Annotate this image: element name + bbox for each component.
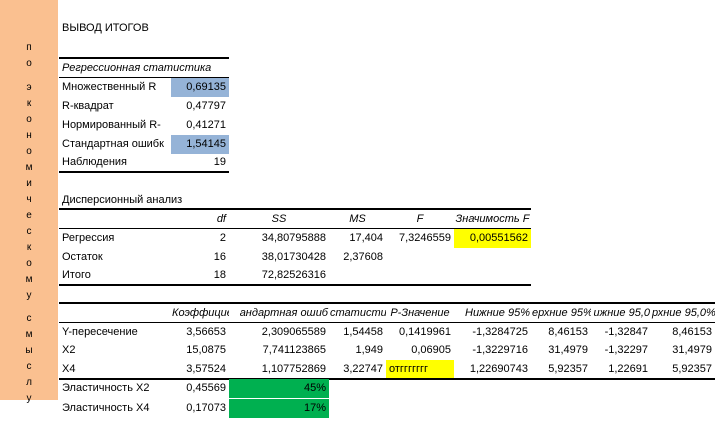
side-letter: к <box>26 98 32 109</box>
elasticity-percent[interactable]: 45% <box>229 379 329 398</box>
coef-row-label[interactable]: X2 <box>59 341 171 360</box>
anova-header-df: df <box>216 213 226 225</box>
coef-cell[interactable]: -1,32847 <box>591 323 651 342</box>
side-letter: м <box>25 274 33 285</box>
coef-cell[interactable]: 5,92357 <box>531 360 591 379</box>
side-letter: о <box>26 58 32 69</box>
table-border <box>59 284 531 286</box>
coef-cell[interactable]: 8,46153 <box>651 323 715 342</box>
anova-f[interactable]: 7,3246559 <box>386 229 454 248</box>
coef-cell[interactable]: 0,1419961 <box>386 323 454 342</box>
side-letter: о <box>26 146 32 157</box>
reg-stat-value[interactable]: 1,54145 <box>171 135 229 154</box>
summary-title: ВЫВОД ИТОГОВ <box>62 22 149 34</box>
anova-row-label[interactable]: Регрессия <box>59 229 171 248</box>
reg-stat-label[interactable]: Стандартная ошибк <box>59 135 171 154</box>
side-letter: н <box>26 130 32 141</box>
anova-sig[interactable]: 0,00551562 <box>454 229 531 248</box>
anova-header-ms: MS <box>349 213 366 225</box>
coef-row-label[interactable]: Y-пересечение <box>59 323 171 342</box>
side-letter: о <box>26 258 32 269</box>
coef-header-stderr: андартная ошиб <box>239 307 328 319</box>
anova-ss[interactable]: 72,82526316 <box>229 266 329 285</box>
coef-header-lower950: ижние 95,0 <box>593 307 650 319</box>
anova-df[interactable]: 18 <box>171 266 229 285</box>
side-letter: у <box>26 393 32 404</box>
reg-stat-label[interactable]: Нормированный R- <box>59 116 171 135</box>
coef-cell[interactable]: -1,32297 <box>591 341 651 360</box>
coef-cell[interactable]: -1,3284725 <box>454 323 531 342</box>
elasticity-value[interactable]: 0,17073 <box>171 399 229 418</box>
side-letter: ч <box>26 194 32 205</box>
elasticity-percent[interactable]: 17% <box>229 399 329 418</box>
coef-header-upper950: рхние 95,0% <box>652 307 715 319</box>
anova-ss[interactable]: 34,80795888 <box>229 229 329 248</box>
side-letter: е <box>26 210 32 221</box>
reg-stat-value[interactable]: 0,47797 <box>171 97 229 116</box>
side-letter: с <box>26 313 32 324</box>
coef-cell[interactable]: 8,46153 <box>531 323 591 342</box>
side-letter: м <box>25 329 33 340</box>
coef-cell[interactable]: 2,309065589 <box>229 323 329 342</box>
side-letter: у <box>26 290 32 301</box>
side-letter: э <box>26 82 32 93</box>
coef-header-coefficient: Коэффициент <box>172 307 229 319</box>
spreadsheet-grid[interactable]: поэкономическомусмыслу ВЫВОД ИТОГОВ Регр… <box>0 0 715 422</box>
anova-header-f: F <box>416 213 424 225</box>
reg-stat-label[interactable]: Множественный R <box>59 78 171 97</box>
side-letter: м <box>25 162 33 173</box>
coef-cell[interactable]: 1,54458 <box>329 323 386 342</box>
reg-stat-value[interactable]: 0,69135 <box>171 78 229 97</box>
coef-cell[interactable]: 3,22747 <box>329 360 386 379</box>
coef-cell[interactable]: 15,0875 <box>171 341 229 360</box>
coef-cell[interactable]: 31,4979 <box>651 341 715 360</box>
coef-cell[interactable]: 31,4979 <box>531 341 591 360</box>
anova-ms[interactable]: 17,404 <box>329 229 386 248</box>
coef-cell[interactable]: 0,06905 <box>386 341 454 360</box>
coef-cell[interactable]: -1,3229716 <box>454 341 531 360</box>
coef-header-pvalue: P-Значение <box>390 307 450 319</box>
coef-cell[interactable]: 7,741123865 <box>229 341 329 360</box>
coef-cell[interactable]: отггггггг <box>386 360 454 379</box>
anova-ss[interactable]: 38,01730428 <box>229 248 329 267</box>
anova-row-label[interactable]: Итого <box>59 266 171 285</box>
side-letter: к <box>26 242 32 253</box>
coef-header-lower95: Нижние 95% <box>465 307 530 319</box>
side-letter: л <box>26 377 32 388</box>
side-letter: п <box>26 42 32 53</box>
side-letter: и <box>26 178 32 189</box>
anova-ms[interactable]: 2,37608 <box>329 248 386 267</box>
table-border <box>59 171 229 173</box>
coef-cell[interactable]: 1,22690743 <box>454 360 531 379</box>
reg-stats-header: Регрессионная статистика <box>62 62 212 74</box>
side-merged-cell[interactable]: поэкономическомусмыслу <box>0 0 58 404</box>
elasticity-value[interactable]: 0,45569 <box>171 379 229 398</box>
reg-stat-label[interactable]: R-квадрат <box>59 97 171 116</box>
coef-cell[interactable]: 3,56653 <box>171 323 229 342</box>
side-letter: ы <box>25 345 33 356</box>
anova-row-label[interactable]: Остаток <box>59 248 171 267</box>
anova-df[interactable]: 2 <box>171 229 229 248</box>
side-letter: с <box>26 226 32 237</box>
coef-header-tstat: статистик <box>330 307 386 319</box>
reg-stat-value[interactable]: 19 <box>171 153 229 172</box>
reg-stat-value[interactable]: 0,41271 <box>171 116 229 135</box>
coef-header-upper95: ерхние 95% <box>532 307 591 319</box>
coef-cell[interactable]: 1,949 <box>329 341 386 360</box>
coef-cell[interactable]: 1,107752869 <box>229 360 329 379</box>
coef-cell[interactable]: 3,57524 <box>171 360 229 379</box>
side-letter: с <box>26 361 32 372</box>
anova-header-sig: Значимость F <box>455 213 530 225</box>
side-letter: о <box>26 114 32 125</box>
reg-stat-label[interactable]: Наблюдения <box>59 153 171 172</box>
anova-df[interactable]: 16 <box>171 248 229 267</box>
elasticity-label[interactable]: Эластичность X4 <box>59 399 171 418</box>
anova-header-ss: SS <box>271 213 287 225</box>
coef-cell[interactable]: 1,22691 <box>591 360 651 379</box>
coef-row-label[interactable]: X4 <box>59 360 171 379</box>
elasticity-label[interactable]: Эластичность X2 <box>59 379 171 398</box>
coef-cell[interactable]: 5,92357 <box>651 360 715 379</box>
